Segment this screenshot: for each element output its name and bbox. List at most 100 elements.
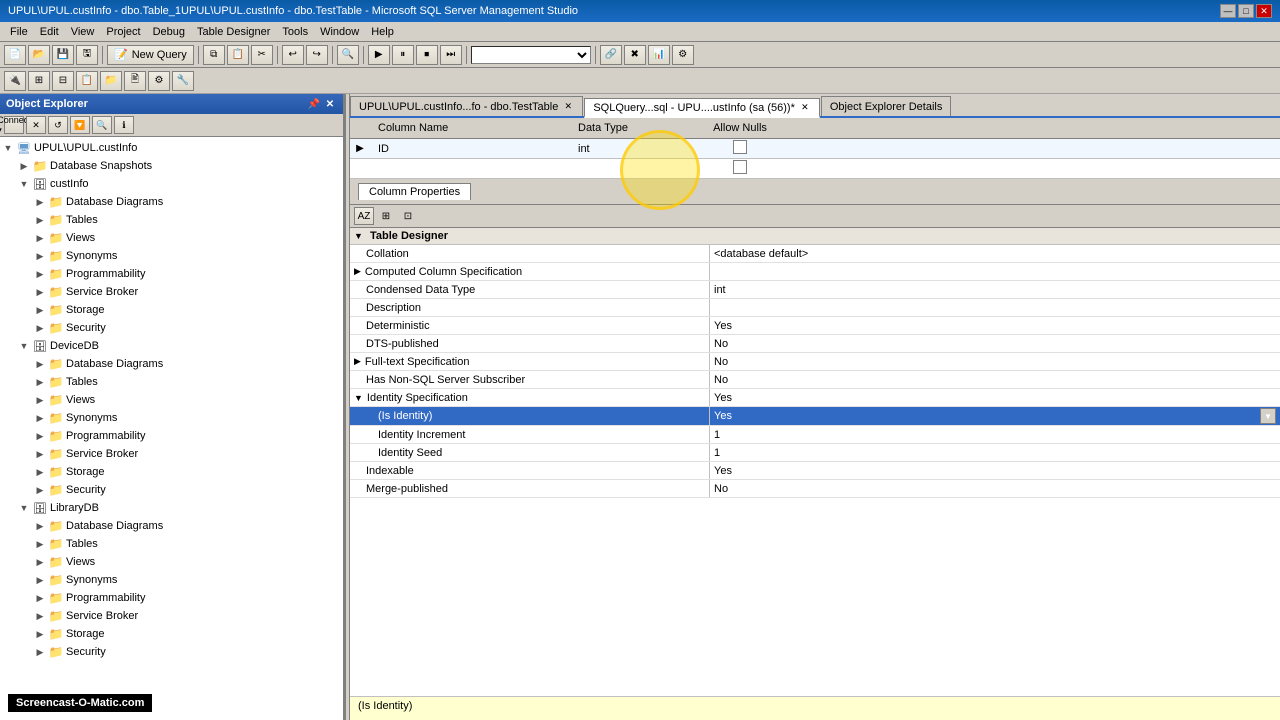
save-btn[interactable]: 💾 bbox=[52, 45, 74, 65]
prop-value-identity-spec[interactable]: Yes bbox=[710, 389, 1280, 406]
oe-connect-btn[interactable]: Connect ▾ bbox=[4, 116, 24, 134]
tree-librarydb-synonyms[interactable]: ▶📁Synonyms bbox=[0, 571, 343, 589]
e4[interactable]: ▶ bbox=[32, 248, 48, 264]
prop-value-fulltext[interactable]: No bbox=[710, 353, 1280, 370]
e14[interactable]: ▶ bbox=[32, 446, 48, 462]
tree-devicedb-views[interactable]: ▶📁Views bbox=[0, 391, 343, 409]
props-sort-alpha-btn[interactable]: AZ bbox=[354, 207, 374, 225]
e3[interactable]: ▶ bbox=[32, 230, 48, 246]
tree-db-snapshots[interactable]: ▶ 📁 Database Snapshots bbox=[0, 157, 343, 175]
tb2-btn2[interactable]: ⊞ bbox=[28, 71, 50, 91]
tree-librarydb-storage[interactable]: ▶📁Storage bbox=[0, 625, 343, 643]
oe-search-btn[interactable]: 🔍 bbox=[92, 116, 112, 134]
tree-devicedb-synonyms[interactable]: ▶📁Synonyms bbox=[0, 409, 343, 427]
tb2-btn4[interactable]: 📋 bbox=[76, 71, 98, 91]
prop-value-condensed-type[interactable]: int bbox=[710, 281, 1280, 298]
e20[interactable]: ▶ bbox=[32, 572, 48, 588]
e11[interactable]: ▶ bbox=[32, 392, 48, 408]
tab-testtable[interactable]: UPUL\UPUL.custInfo...fo - dbo.TestTable … bbox=[350, 96, 583, 116]
props-expand-btn[interactable]: ⊡ bbox=[398, 207, 418, 225]
tree-custinfo-servicebroker[interactable]: ▶📁Service Broker bbox=[0, 283, 343, 301]
e21[interactable]: ▶ bbox=[32, 590, 48, 606]
menu-table-designer[interactable]: Table Designer bbox=[191, 24, 276, 40]
e22[interactable]: ▶ bbox=[32, 608, 48, 624]
cell-col-null-empty[interactable] bbox=[700, 160, 780, 177]
tb2-btn1[interactable]: 🔌 bbox=[4, 71, 26, 91]
prop-value-indexable[interactable]: Yes bbox=[710, 462, 1280, 479]
cell-col-name-id[interactable]: ID bbox=[370, 143, 570, 155]
menu-tools[interactable]: Tools bbox=[276, 24, 314, 40]
e1[interactable]: ▶ bbox=[32, 194, 48, 210]
prop-value-identity-increment[interactable]: 1 bbox=[710, 426, 1280, 443]
e17[interactable]: ▶ bbox=[32, 518, 48, 534]
tree-custinfo-prog[interactable]: ▶📁Programmability bbox=[0, 265, 343, 283]
oe-close-btn[interactable]: ✕ bbox=[323, 97, 337, 111]
prop-row-identity-seed[interactable]: Identity Seed 1 bbox=[350, 444, 1280, 462]
tree-librarydb-tables[interactable]: ▶📁Tables bbox=[0, 535, 343, 553]
tree-librarydb-expander[interactable]: ▼ bbox=[16, 500, 32, 516]
prop-value-computed[interactable] bbox=[710, 263, 1280, 280]
prop-row-collation[interactable]: Collation <database default> bbox=[350, 245, 1280, 263]
tree-devicedb-prog[interactable]: ▶📁Programmability bbox=[0, 427, 343, 445]
props-tab-column[interactable]: Column Properties bbox=[358, 183, 471, 200]
tree-custinfo-views[interactable]: ▶📁Views bbox=[0, 229, 343, 247]
prop-row-computed[interactable]: ▶Computed Column Specification bbox=[350, 263, 1280, 281]
maximize-button[interactable]: □ bbox=[1238, 4, 1254, 18]
e2[interactable]: ▶ bbox=[32, 212, 48, 228]
oe-refresh-btn[interactable]: ↺ bbox=[48, 116, 68, 134]
null-checkbox-empty[interactable] bbox=[733, 160, 747, 174]
e9[interactable]: ▶ bbox=[32, 356, 48, 372]
tree-custinfo-storage[interactable]: ▶📁Storage bbox=[0, 301, 343, 319]
e13[interactable]: ▶ bbox=[32, 428, 48, 444]
tree-librarydb[interactable]: ▼ 🗄 LibraryDB bbox=[0, 499, 343, 517]
tree-custinfo-db[interactable]: ▼ 🗄 custInfo bbox=[0, 175, 343, 193]
e10[interactable]: ▶ bbox=[32, 374, 48, 390]
step-btn[interactable]: ⏭ bbox=[440, 45, 462, 65]
new-query-button[interactable]: 📝 New Query bbox=[107, 45, 194, 65]
tb2-btn6[interactable]: 🖹 bbox=[124, 71, 146, 91]
connect-btn[interactable]: 🔗 bbox=[600, 45, 622, 65]
save-all-btn[interactable]: 🖫 bbox=[76, 45, 98, 65]
cell-col-type-id[interactable]: int bbox=[570, 143, 700, 155]
tb2-btn5[interactable]: 📁 bbox=[100, 71, 122, 91]
tab-oe-details[interactable]: Object Explorer Details bbox=[821, 96, 952, 116]
copy-btn[interactable]: ⧉ bbox=[203, 45, 225, 65]
stop-btn[interactable]: ⏹ bbox=[416, 45, 438, 65]
tab-sqlquery-close[interactable]: ✕ bbox=[799, 102, 811, 114]
e7[interactable]: ▶ bbox=[32, 302, 48, 318]
tree-librarydb-servicebroker[interactable]: ▶📁Service Broker bbox=[0, 607, 343, 625]
tree-custinfo-diagrams[interactable]: ▶📁Database Diagrams bbox=[0, 193, 343, 211]
prop-value-description[interactable] bbox=[710, 299, 1280, 316]
prop-row-has-non-sql[interactable]: Has Non-SQL Server Subscriber No bbox=[350, 371, 1280, 389]
menu-project[interactable]: Project bbox=[100, 24, 146, 40]
tab-sqlquery[interactable]: SQLQuery...sql - UPU....ustInfo (sa (56)… bbox=[584, 98, 820, 118]
prop-value-dts-published[interactable]: No bbox=[710, 335, 1280, 352]
prop-value-deterministic[interactable]: Yes bbox=[710, 317, 1280, 334]
tree-devicedb-diagrams[interactable]: ▶📁Database Diagrams bbox=[0, 355, 343, 373]
prop-row-dts-published[interactable]: DTS-published No bbox=[350, 335, 1280, 353]
tree-devicedb-expander[interactable]: ▼ bbox=[16, 338, 32, 354]
tree-devicedb[interactable]: ▼ 🗄 DeviceDB bbox=[0, 337, 343, 355]
prop-value-collation[interactable]: <database default> bbox=[710, 245, 1280, 262]
tree-devicedb-servicebroker[interactable]: ▶📁Service Broker bbox=[0, 445, 343, 463]
e18[interactable]: ▶ bbox=[32, 536, 48, 552]
debug-btn[interactable]: ⏸ bbox=[392, 45, 414, 65]
paste-btn[interactable]: 📋 bbox=[227, 45, 249, 65]
menu-edit[interactable]: Edit bbox=[34, 24, 65, 40]
e5[interactable]: ▶ bbox=[32, 266, 48, 282]
menu-debug[interactable]: Debug bbox=[147, 24, 191, 40]
e23[interactable]: ▶ bbox=[32, 626, 48, 642]
e15[interactable]: ▶ bbox=[32, 464, 48, 480]
prop-row-fulltext[interactable]: ▶Full-text Specification No bbox=[350, 353, 1280, 371]
is-identity-dropdown[interactable]: ▼ bbox=[1260, 408, 1276, 424]
search-btn[interactable]: 🔍 bbox=[337, 45, 359, 65]
cut-btn[interactable]: ✂ bbox=[251, 45, 273, 65]
prop-value-identity-seed[interactable]: 1 bbox=[710, 444, 1280, 461]
designer-row-empty[interactable] bbox=[350, 159, 1280, 179]
tree-server-expander[interactable]: ▼ bbox=[0, 140, 16, 156]
fulltext-expand-icon[interactable]: ▶ bbox=[354, 356, 361, 367]
prop-row-identity-spec[interactable]: ▼Identity Specification Yes bbox=[350, 389, 1280, 407]
open-btn[interactable]: 📂 bbox=[28, 45, 50, 65]
prop-row-indexable[interactable]: Indexable Yes bbox=[350, 462, 1280, 480]
identity-expand-icon[interactable]: ▼ bbox=[354, 393, 363, 403]
